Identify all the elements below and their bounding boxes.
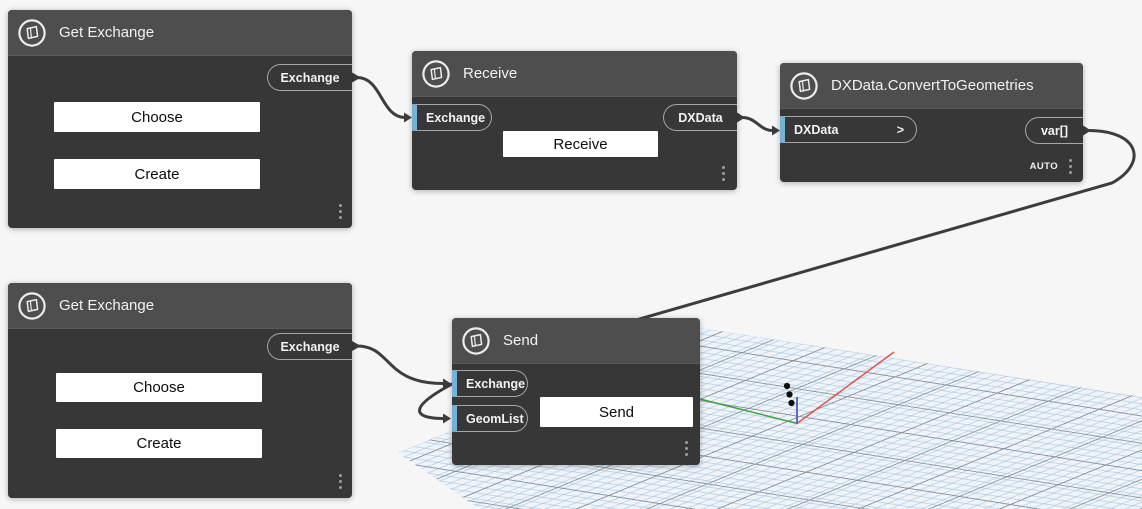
- lacing-auto-label[interactable]: AUTO: [1030, 161, 1058, 172]
- data-exchange-icon: [17, 18, 47, 48]
- node-get-exchange-top: Get Exchange Exchange Choose Create: [8, 10, 352, 228]
- wire-getexchange-to-receive[interactable]: [355, 76, 407, 119]
- create-button[interactable]: Create: [56, 429, 262, 458]
- receive-button[interactable]: Receive: [503, 131, 658, 157]
- output-connector-arrow[interactable]: [352, 72, 361, 83]
- output-port-exchange[interactable]: Exchange: [267, 333, 352, 360]
- output-connector-arrow[interactable]: [1083, 125, 1091, 136]
- input-port-dxdata[interactable]: DXData >: [780, 116, 917, 143]
- input-port-exchange[interactable]: Exchange: [452, 370, 528, 397]
- node-header[interactable]: Receive: [412, 51, 737, 97]
- input-connector-arrow[interactable]: [443, 378, 451, 389]
- port-chevron-icon: >: [896, 122, 904, 137]
- send-button[interactable]: Send: [540, 397, 693, 427]
- input-port-geomlist[interactable]: GeomList: [452, 405, 528, 432]
- node-receive: Receive Exchange DXData Receive: [412, 51, 737, 190]
- node-header[interactable]: Send: [452, 318, 700, 364]
- output-connector-arrow[interactable]: [352, 341, 361, 351]
- data-exchange-icon: [789, 71, 819, 101]
- node-send: Send Exchange GeomList Send: [452, 318, 700, 465]
- data-exchange-icon: [461, 326, 491, 356]
- node-header[interactable]: Get Exchange: [8, 283, 352, 329]
- output-connector-arrow[interactable]: [737, 112, 745, 123]
- input-connector-arrow[interactable]: [443, 413, 451, 424]
- node-header[interactable]: Get Exchange: [8, 10, 352, 56]
- choose-button[interactable]: Choose: [56, 373, 262, 402]
- more-options-icon[interactable]: [1067, 157, 1074, 176]
- node-title: Get Exchange: [59, 297, 155, 314]
- more-options-icon[interactable]: [337, 202, 344, 221]
- output-port-exchange[interactable]: Exchange: [267, 64, 352, 91]
- input-port-exchange[interactable]: Exchange: [412, 104, 492, 131]
- more-options-icon[interactable]: [720, 164, 727, 183]
- node-title: Get Exchange: [59, 24, 155, 41]
- more-options-icon[interactable]: [683, 439, 690, 458]
- node-get-exchange-bottom: Get Exchange Exchange Choose Create: [8, 283, 352, 498]
- node-title: Receive: [463, 65, 518, 82]
- node-title: Send: [503, 332, 539, 349]
- node-title: DXData.ConvertToGeometries: [831, 77, 1034, 94]
- wire-getexchange-to-send[interactable]: [355, 344, 445, 385]
- node-header[interactable]: DXData.ConvertToGeometries: [780, 63, 1083, 109]
- input-connector-arrow[interactable]: [772, 125, 780, 136]
- more-options-icon[interactable]: [337, 472, 344, 491]
- data-exchange-icon: [421, 59, 451, 89]
- input-connector-arrow[interactable]: [404, 112, 412, 123]
- create-button[interactable]: Create: [54, 159, 260, 189]
- choose-button[interactable]: Choose: [54, 102, 260, 132]
- output-port-dxdata[interactable]: DXData: [663, 104, 737, 131]
- node-convert-to-geometries: DXData.ConvertToGeometries DXData > var[…: [780, 63, 1083, 182]
- data-exchange-icon: [17, 291, 47, 321]
- wire-receive-to-convert[interactable]: [740, 116, 775, 132]
- output-port-var[interactable]: var[]: [1025, 117, 1083, 144]
- input-port-label: DXData: [794, 122, 839, 137]
- dynamo-workspace-canvas[interactable]: Get Exchange Exchange Choose Create Rece…: [0, 0, 1142, 509]
